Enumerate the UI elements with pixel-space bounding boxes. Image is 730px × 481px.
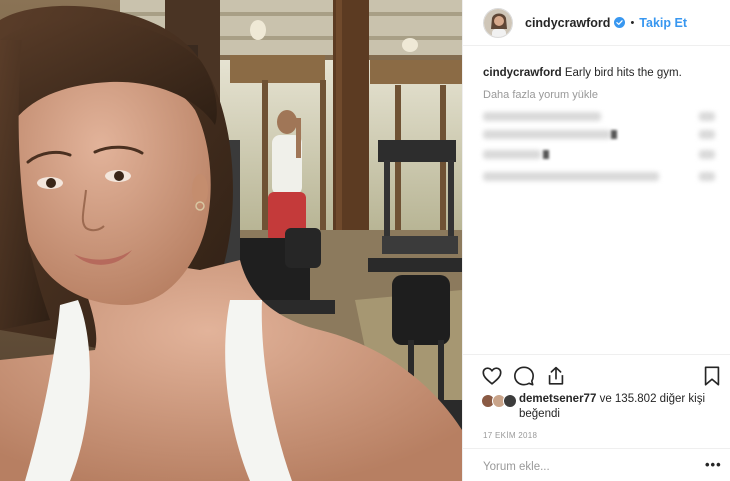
comment-input[interactable]: Yorum ekle...: [483, 461, 550, 473]
comment-button[interactable]: [513, 365, 535, 387]
post-caption: cindycrawford Early bird hits the gym.: [483, 66, 723, 80]
post-photo[interactable]: [0, 0, 462, 481]
redacted-comment-2-extra: [699, 130, 715, 139]
bookmark-icon: [704, 366, 720, 386]
more-options-button[interactable]: •••: [705, 457, 722, 472]
redacted-comment-3: [483, 150, 541, 159]
redacted-comment-3-extra: [699, 150, 715, 159]
redacted-comment-2-mark: [611, 130, 617, 139]
likes-summary: demetsener77 ve 135.802 diğer kişi beğen…: [481, 392, 726, 422]
profile-avatar[interactable]: [483, 7, 513, 38]
post-date[interactable]: 17 EKİM 2018: [483, 431, 537, 440]
avatar-image: [484, 8, 512, 37]
comment-bubble-icon: [514, 366, 534, 386]
share-button[interactable]: [545, 365, 567, 387]
selfie-gym-photo: [0, 0, 462, 481]
post-header: cindycrawford • Takip Et: [463, 0, 730, 46]
redacted-comment-2: [483, 130, 611, 139]
redacted-comment-3-mark: [543, 150, 549, 159]
liker-username-link[interactable]: demetsener77: [519, 393, 596, 405]
comment-bar: Yorum ekle... •••: [463, 448, 730, 481]
post-side-panel: cindycrawford • Takip Et cindycrawford E…: [462, 0, 730, 481]
like-button[interactable]: [481, 365, 503, 387]
redacted-comment-1: [483, 112, 601, 121]
likes-text: demetsener77 ve 135.802 diğer kişi beğen…: [519, 392, 726, 422]
follow-button[interactable]: Takip Et: [639, 16, 687, 30]
username-link[interactable]: cindycrawford: [525, 16, 610, 30]
save-button[interactable]: [701, 365, 723, 387]
caption-text: Early bird hits the gym.: [564, 67, 682, 79]
liker-avatars: [481, 392, 519, 410]
redacted-comment-4-extra: [699, 172, 715, 181]
heart-icon: [482, 367, 502, 385]
redacted-comment-4: [483, 172, 659, 181]
instagram-post: cindycrawford • Takip Et cindycrawford E…: [0, 0, 730, 481]
share-icon: [548, 366, 564, 385]
verified-badge-icon: [614, 17, 626, 28]
redacted-comment-1-extra: [699, 112, 715, 121]
header-separator: •: [630, 16, 635, 29]
liker-avatar-3: [503, 394, 517, 408]
caption-username-link[interactable]: cindycrawford: [483, 67, 562, 79]
load-more-comments-link[interactable]: Daha fazla yorum yükle: [483, 89, 598, 101]
